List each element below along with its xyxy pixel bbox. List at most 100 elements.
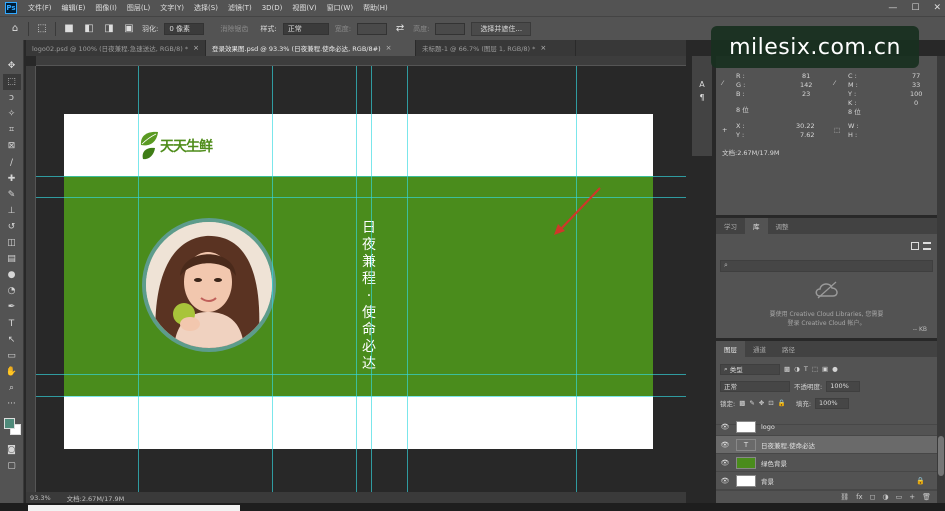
layer-row-logo[interactable]: 👁 logo xyxy=(716,418,937,436)
style-select[interactable]: 正常 xyxy=(282,22,329,35)
history-brush-tool-icon[interactable]: ↺ xyxy=(3,219,21,235)
rectangle-tool-icon[interactable]: ▭ xyxy=(3,348,21,364)
close-button[interactable]: ✕ xyxy=(933,3,941,13)
maximize-button[interactable]: ☐ xyxy=(911,3,919,13)
tab-paths[interactable]: 路径 xyxy=(774,341,803,357)
magic-wand-tool-icon[interactable]: ✧ xyxy=(3,106,21,122)
more-tools-icon[interactable]: ··· xyxy=(3,396,21,412)
grid-view-icon[interactable] xyxy=(911,242,919,250)
guide-line-horizontal[interactable] xyxy=(36,374,686,375)
layer-style-icon[interactable]: fx xyxy=(856,493,863,501)
tab-adjustments[interactable]: 调整 xyxy=(768,218,797,234)
layer-kind-select[interactable]: ⌕ 类型 xyxy=(720,363,780,375)
menu-filter[interactable]: 滤镜(T) xyxy=(223,3,257,13)
layer-name[interactable]: 绿色背景 xyxy=(761,458,787,468)
crop-tool-icon[interactable]: ⌗ xyxy=(3,122,21,138)
menu-layer[interactable]: 图层(L) xyxy=(122,3,155,13)
pen-tool-icon[interactable]: ✒ xyxy=(3,299,21,315)
tab-libraries[interactable]: 库 xyxy=(745,218,768,234)
lock-pixels-icon[interactable]: ▩ xyxy=(739,399,745,407)
zoom-level[interactable]: 93.3% xyxy=(30,494,51,502)
ruler-horizontal[interactable] xyxy=(36,56,686,66)
tab-layers[interactable]: 图层 xyxy=(716,341,745,357)
opacity-input[interactable]: 100% xyxy=(826,380,861,392)
move-tool-icon[interactable]: ✥ xyxy=(3,58,21,74)
layer-row-slogan[interactable]: 👁 T 日夜兼程.使命必达 xyxy=(716,436,937,454)
layer-row-green-background[interactable]: 👁 绿色背景 xyxy=(716,454,937,472)
blend-mode-select[interactable]: 正常 xyxy=(720,380,790,392)
type-tool-icon[interactable]: T xyxy=(3,316,21,332)
menu-edit[interactable]: 编辑(E) xyxy=(57,3,91,13)
gradient-tool-icon[interactable]: ▤ xyxy=(3,251,21,267)
menu-help[interactable]: 帮助(H) xyxy=(358,3,393,13)
close-icon[interactable]: × xyxy=(540,44,546,52)
tab-untitled-1[interactable]: 未标题-1 @ 66.7% (图层 1, RGB/8) * × xyxy=(416,40,576,56)
feather-input[interactable]: 0 像素 xyxy=(164,22,205,35)
adjustment-layer-icon[interactable]: ◑ xyxy=(883,493,889,501)
path-selection-tool-icon[interactable]: ↖ xyxy=(3,332,21,348)
width-input[interactable] xyxy=(357,22,388,35)
add-selection-icon[interactable]: ◧ xyxy=(82,22,96,36)
menu-image[interactable]: 图像(I) xyxy=(90,3,122,13)
add-mask-icon[interactable]: ◻ xyxy=(870,493,876,501)
tab-learn[interactable]: 学习 xyxy=(716,218,745,234)
lasso-tool-icon[interactable]: ↄ xyxy=(3,90,21,106)
height-input[interactable] xyxy=(435,22,466,35)
minimize-button[interactable]: — xyxy=(888,3,897,13)
menu-window[interactable]: 窗口(W) xyxy=(322,3,358,13)
frame-tool-icon[interactable]: ⊠ xyxy=(3,138,21,154)
panel-scrollbar[interactable] xyxy=(937,56,945,503)
marquee-tool-icon[interactable]: ⬚ xyxy=(2,74,21,91)
link-layers-icon[interactable]: ⛓ xyxy=(840,493,849,501)
blur-tool-icon[interactable]: ● xyxy=(3,267,21,283)
visibility-eye-icon[interactable]: 👁 xyxy=(716,459,734,467)
close-icon[interactable]: × xyxy=(386,44,392,52)
subtract-selection-icon[interactable]: ◨ xyxy=(102,22,116,36)
filter-toggle-icon[interactable]: ● xyxy=(832,365,838,373)
tab-channels[interactable]: 通道 xyxy=(745,341,774,357)
lock-paint-icon[interactable]: ✎ xyxy=(749,399,754,407)
filter-type-icon[interactable]: T xyxy=(804,365,808,373)
eraser-tool-icon[interactable]: ◫ xyxy=(3,235,21,251)
quick-mask-icon[interactable]: ◙ xyxy=(3,442,21,458)
foreground-color-swatch[interactable] xyxy=(3,418,15,430)
guide-line-horizontal[interactable] xyxy=(36,396,686,397)
guide-line-vertical[interactable] xyxy=(576,66,577,492)
lock-artboard-icon[interactable]: ⊡ xyxy=(768,399,773,407)
new-group-icon[interactable]: ▭ xyxy=(896,493,903,501)
menu-select[interactable]: 选择(S) xyxy=(189,3,223,13)
fill-input[interactable]: 100% xyxy=(815,397,850,409)
layer-row-background[interactable]: 👁 背景 🔒 xyxy=(716,472,937,490)
filter-adjustment-icon[interactable]: ◑ xyxy=(794,365,800,373)
document-canvas[interactable]: 天天生鲜 日 夜 兼 程 · 使 命 必 达 xyxy=(64,114,653,449)
menu-type[interactable]: 文字(Y) xyxy=(155,3,189,13)
guide-line-vertical[interactable] xyxy=(272,66,273,492)
swap-icon[interactable]: ⇄ xyxy=(393,22,407,36)
menu-file[interactable]: 文件(F) xyxy=(23,3,57,13)
paragraph-panel-icon[interactable]: ¶ xyxy=(699,93,704,102)
lock-all-icon[interactable]: 🔒 xyxy=(778,399,786,407)
filter-smart-object-icon[interactable]: ▣ xyxy=(822,365,828,373)
tab-login-design[interactable]: 登录效果图.psd @ 93.3% (日夜兼程.使命必达, RGB/8#) × xyxy=(206,40,416,56)
delete-layer-icon[interactable]: 🗑 xyxy=(922,493,931,501)
menu-view[interactable]: 视图(V) xyxy=(287,3,321,13)
tab-logo02[interactable]: logo02.psd @ 100% (日夜兼程.急速送达, RGB/8) * × xyxy=(26,40,206,56)
document-size[interactable]: 文档:2.67M/17.9M xyxy=(67,493,125,503)
layer-name[interactable]: 背景 xyxy=(761,476,774,486)
screen-mode-icon[interactable]: ▢ xyxy=(3,458,21,474)
antialias-checkbox[interactable]: 消除锯齿 xyxy=(220,24,248,34)
marquee-tool-icon[interactable]: ⬚ xyxy=(35,22,49,36)
lock-position-icon[interactable]: ✥ xyxy=(759,399,764,407)
hand-tool-icon[interactable]: ✋ xyxy=(3,364,21,380)
layer-name[interactable]: 日夜兼程.使命必达 xyxy=(761,440,815,450)
guide-line-vertical[interactable] xyxy=(407,66,408,492)
visibility-eye-icon[interactable]: 👁 xyxy=(716,423,734,431)
library-search-input[interactable]: ⌕ xyxy=(720,260,933,272)
intersect-selection-icon[interactable]: ▣ xyxy=(122,22,136,36)
visibility-eye-icon[interactable]: 👁 xyxy=(716,477,734,485)
brush-tool-icon[interactable]: ✎ xyxy=(3,187,21,203)
guide-line-horizontal[interactable] xyxy=(36,176,686,177)
new-layer-icon[interactable]: + xyxy=(909,493,915,501)
dodge-tool-icon[interactable]: ◔ xyxy=(3,283,21,299)
healing-brush-tool-icon[interactable]: ✚ xyxy=(3,171,21,187)
